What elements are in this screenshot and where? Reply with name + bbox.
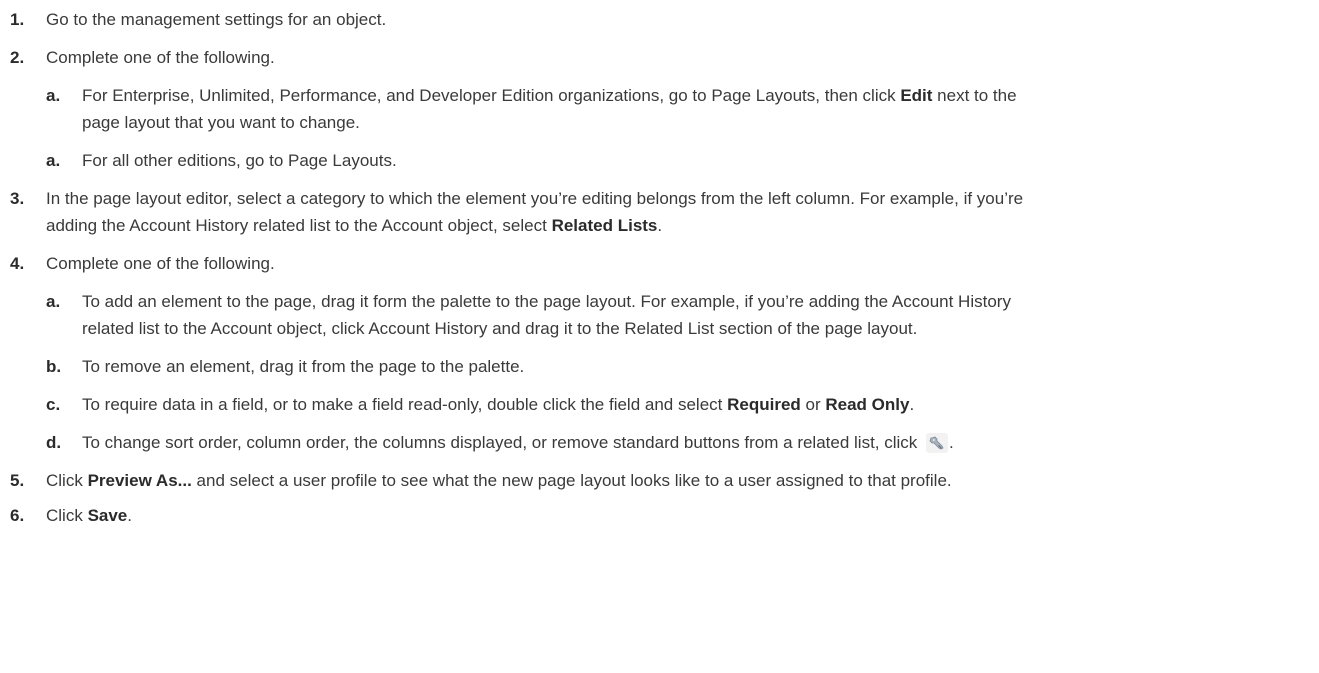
substep-text-line1: To add an element to the page, drag it f…: [82, 292, 1011, 311]
substep-text: For Enterprise, Unlimited, Performance, …: [82, 86, 901, 105]
substep-4c: c. To require data in a field, or to mak…: [46, 391, 1310, 418]
step-2: 2. Complete one of the following.: [10, 44, 1310, 71]
step-text: Click: [46, 471, 88, 490]
substep-letter: a.: [46, 86, 61, 105]
substep-text: To remove an element, drag it from the p…: [82, 357, 525, 376]
read-only-label: Read Only: [825, 395, 910, 414]
step-6: 6. Click Save.: [10, 502, 1310, 529]
substep-letter: b.: [46, 357, 62, 376]
substep-text: For all other editions, go to Page Layou…: [82, 151, 397, 170]
substep-text-line2: related list to the Account object, clic…: [82, 319, 918, 338]
step-4: 4. Complete one of the following.: [10, 250, 1310, 277]
wrench-icon: [926, 432, 949, 453]
substep-text-line2: page layout that you want to change.: [82, 113, 360, 132]
step-number: 1.: [10, 10, 25, 29]
substep-4b: b. To remove an element, drag it from th…: [46, 353, 1310, 380]
substep-letter: a.: [46, 151, 61, 170]
step-text-line2: adding the Account History related list …: [46, 216, 552, 235]
substep-text-continued: next to the: [932, 86, 1017, 105]
substep-text-or: or: [800, 395, 826, 414]
step-3: 3. In the page layout editor, select a c…: [10, 185, 1310, 239]
step-number: 6.: [10, 506, 25, 525]
substep-2a: a. For Enterprise, Unlimited, Performanc…: [46, 82, 1310, 136]
step-text-end: .: [127, 506, 132, 525]
substep-4d: d. To change sort order, column order, t…: [46, 429, 1310, 456]
step-number: 2.: [10, 48, 25, 67]
step-number: 3.: [10, 189, 25, 208]
substep-text-end: .: [949, 433, 954, 452]
step-5: 5. Click Preview As... and select a user…: [10, 467, 1310, 494]
step-number: 4.: [10, 254, 25, 273]
step-text-line1: In the page layout editor, select a cate…: [46, 189, 1024, 208]
step-text: Complete one of the following.: [46, 48, 275, 67]
preview-as-label: Preview As...: [87, 471, 192, 490]
step-1: 1. Go to the management settings for an …: [10, 6, 1310, 33]
step-text-end: .: [657, 216, 663, 235]
step-text-end: and select a user profile to see what th…: [191, 471, 952, 490]
substep-letter: d.: [46, 433, 62, 452]
save-label: Save: [87, 506, 128, 525]
substep-text: To require data in a field, or to make a…: [82, 395, 728, 414]
substep-letter: c.: [46, 395, 61, 414]
step-number: 5.: [10, 471, 25, 490]
substep-text-end: .: [909, 395, 915, 414]
substep-text: To change sort order, column order, the …: [82, 433, 923, 452]
substep-2a-alt: a. For all other editions, go to Page La…: [46, 147, 1310, 174]
related-lists-label: Related Lists: [551, 216, 658, 235]
step-text: Complete one of the following.: [46, 254, 275, 273]
substep-4a: a. To add an element to the page, drag i…: [46, 288, 1310, 342]
step-text: Click: [46, 506, 88, 525]
step-text: Go to the management settings for an obj…: [46, 10, 387, 29]
edit-link-label: Edit: [900, 86, 933, 105]
instruction-list: 1. Go to the management settings for an …: [10, 6, 1310, 529]
substep-letter: a.: [46, 292, 61, 311]
required-label: Required: [727, 395, 801, 414]
